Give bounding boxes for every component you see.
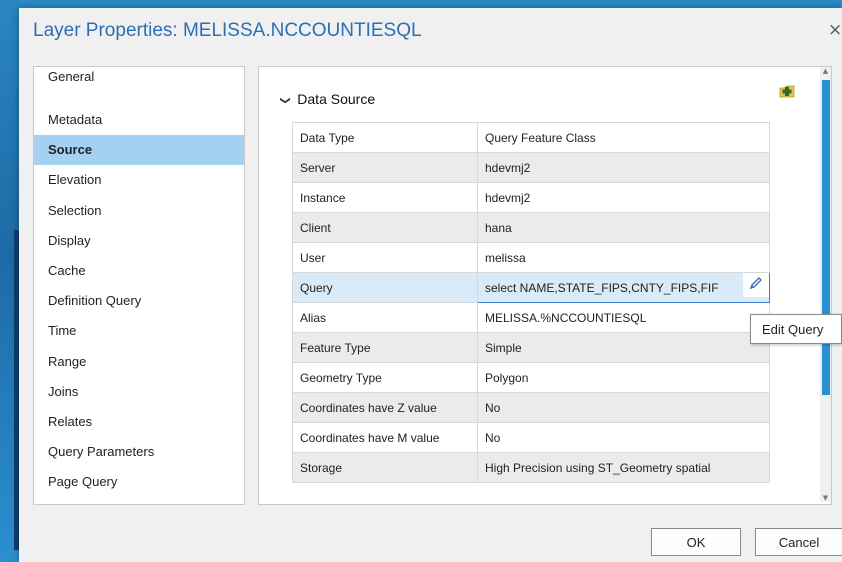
- table-row: Coordinates have Z value No: [292, 392, 770, 423]
- property-key: Storage: [292, 452, 478, 483]
- property-key: Coordinates have M value: [292, 422, 478, 453]
- vertical-scrollbar[interactable]: ▲ ▼: [820, 67, 831, 502]
- edit-query-tooltip: Edit Query: [750, 314, 842, 344]
- property-value: Polygon: [477, 362, 770, 393]
- source-panel: ❯ Data Source Data Type Query Feature Cl…: [258, 66, 832, 505]
- dialog-title: Layer Properties: MELISSA.NCCOUNTIESQL: [33, 20, 422, 41]
- property-key: Feature Type: [292, 332, 478, 363]
- query-value: select NAME,STATE_FIPS,CNTY_FIPS,FIF: [485, 280, 719, 295]
- table-row: Coordinates have M value No: [292, 422, 770, 453]
- nav-item-relates[interactable]: Relates: [34, 407, 244, 437]
- table-row: Feature Type Simple: [292, 332, 770, 363]
- data-source-table: Data Type Query Feature Class Server hde…: [292, 122, 770, 483]
- table-row: Alias MELISSA.%NCCOUNTIESQL: [292, 302, 770, 333]
- property-value: hdevmj2: [477, 182, 770, 213]
- table-row: Client hana: [292, 212, 770, 243]
- property-key: Coordinates have Z value: [292, 392, 478, 423]
- edit-query-button[interactable]: [743, 273, 769, 297]
- property-key: Geometry Type: [292, 362, 478, 393]
- add-data-icon[interactable]: [779, 83, 795, 99]
- desktop-background: [0, 0, 842, 8]
- property-key: Server: [292, 152, 478, 183]
- table-row: Geometry Type Polygon: [292, 362, 770, 393]
- nav-item-range[interactable]: Range: [34, 347, 244, 377]
- nav-item-source[interactable]: Source: [34, 135, 244, 166]
- property-pages-list: General Metadata Source Elevation Select…: [33, 66, 245, 505]
- table-row: Data Type Query Feature Class: [292, 122, 770, 153]
- property-value: Simple: [477, 332, 770, 363]
- nav-item-display[interactable]: Display: [34, 226, 244, 256]
- scroll-down-arrow-icon[interactable]: ▼: [820, 494, 831, 502]
- nav-item-joins[interactable]: Joins: [34, 377, 244, 407]
- cancel-button[interactable]: Cancel: [755, 528, 842, 556]
- property-key: Client: [292, 212, 478, 243]
- table-row: User melissa: [292, 242, 770, 273]
- ok-button[interactable]: OK: [651, 528, 741, 556]
- property-value: hdevmj2: [477, 152, 770, 183]
- nav-item-general[interactable]: General: [34, 67, 244, 105]
- property-key: Data Type: [292, 122, 478, 153]
- property-value: No: [477, 422, 770, 453]
- nav-item-cache[interactable]: Cache: [34, 256, 244, 286]
- property-value: High Precision using ST_Geometry spatial: [477, 452, 770, 483]
- nav-item-page-query[interactable]: Page Query: [34, 467, 244, 497]
- data-source-header[interactable]: ❯ Data Source: [279, 91, 376, 107]
- property-value: MELISSA.%NCCOUNTIESQL: [477, 302, 770, 333]
- scroll-up-arrow-icon[interactable]: ▲: [820, 67, 831, 75]
- property-value: Query Feature Class: [477, 122, 770, 153]
- property-key: Instance: [292, 182, 478, 213]
- scrollbar-thumb[interactable]: [822, 80, 830, 395]
- pencil-icon: [749, 276, 763, 293]
- query-value-cell[interactable]: select NAME,STATE_FIPS,CNTY_FIPS,FIF: [477, 272, 770, 303]
- nav-item-selection[interactable]: Selection: [34, 196, 244, 226]
- table-row: Storage High Precision using ST_Geometry…: [292, 452, 770, 483]
- nav-item-metadata[interactable]: Metadata: [34, 105, 244, 135]
- layer-properties-dialog: Layer Properties: MELISSA.NCCOUNTIESQL ×…: [19, 8, 842, 562]
- property-value: melissa: [477, 242, 770, 273]
- nav-item-time[interactable]: Time: [34, 316, 244, 346]
- property-key: User: [292, 242, 478, 273]
- table-row: Server hdevmj2: [292, 152, 770, 183]
- close-icon[interactable]: ×: [828, 20, 842, 40]
- table-row-query[interactable]: Query select NAME,STATE_FIPS,CNTY_FIPS,F…: [292, 272, 770, 303]
- dialog-titlebar[interactable]: Layer Properties: MELISSA.NCCOUNTIESQL ×: [19, 8, 842, 58]
- section-title: Data Source: [297, 91, 376, 107]
- table-row: Instance hdevmj2: [292, 182, 770, 213]
- property-key: Query: [292, 272, 478, 303]
- property-value: hana: [477, 212, 770, 243]
- nav-item-elevation[interactable]: Elevation: [34, 165, 244, 195]
- nav-item-query-parameters[interactable]: Query Parameters: [34, 437, 244, 467]
- property-value: No: [477, 392, 770, 423]
- nav-item-definition-query[interactable]: Definition Query: [34, 286, 244, 316]
- property-key: Alias: [292, 302, 478, 333]
- chevron-down-icon: ❯: [279, 96, 291, 105]
